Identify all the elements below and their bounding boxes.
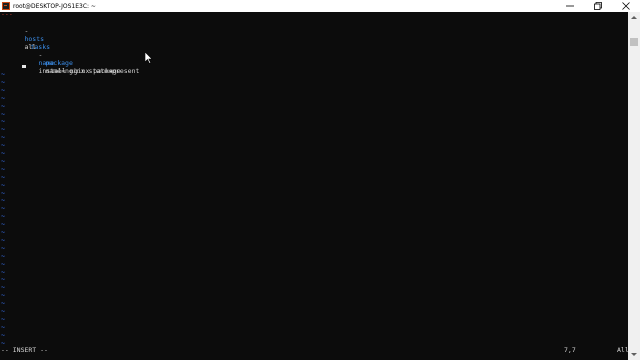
- mode-indicator: -- INSERT --: [1, 346, 48, 354]
- line-tasks: tasks: [7, 35, 50, 51]
- scroll-thumb[interactable]: [630, 38, 638, 46]
- empty-line-marker: ~: [1, 283, 5, 292]
- empty-line-marker: ~: [1, 307, 5, 315]
- empty-line-marker: ~: [1, 259, 5, 268]
- close-icon: [622, 2, 630, 10]
- empty-line-marker: ~: [1, 133, 5, 142]
- empty-line-marker: ~: [1, 299, 5, 308]
- empty-line-marker: ~: [1, 93, 5, 102]
- text-cursor: [22, 65, 26, 68]
- minimize-button[interactable]: [556, 0, 584, 12]
- vim-status-line: -- INSERT -- 7,7 All: [0, 346, 629, 354]
- empty-line-marker: ~: [1, 125, 5, 134]
- restore-button[interactable]: [584, 0, 612, 12]
- line-hosts: - hosts all: [1, 19, 44, 51]
- empty-line-marker: ~: [1, 291, 5, 300]
- empty-line-marker: ~: [1, 188, 5, 197]
- empty-line-marker: ~: [1, 220, 5, 229]
- yaml-document-start: ---: [1, 10, 13, 18]
- empty-line-marker: ~: [1, 235, 5, 244]
- empty-line-marker: ~: [1, 85, 5, 94]
- empty-line-marker: ~: [1, 228, 5, 236]
- cursor-position: 7,7: [564, 346, 576, 354]
- vertical-scrollbar[interactable]: [628, 12, 640, 360]
- mouse-pointer-icon: [145, 52, 153, 64]
- empty-line-marker: ~: [1, 109, 5, 118]
- scroll-down-arrow-icon[interactable]: [631, 353, 637, 356]
- empty-line-marker: ~: [1, 77, 5, 86]
- empty-line-marker: ~: [1, 204, 5, 213]
- list-dash: -: [24, 27, 29, 35]
- terminal-window: root@DESKTOP-JOS1E3C: ~ --- - hosts all …: [0, 0, 640, 360]
- yaml-key: package: [45, 59, 73, 67]
- empty-line-marker: ~: [1, 141, 5, 150]
- restore-icon: [594, 2, 602, 10]
- empty-line-marker: ~: [1, 314, 5, 323]
- empty-line-marker: ~: [1, 70, 5, 78]
- empty-line-marker: ~: [1, 172, 5, 181]
- empty-line-marker: ~: [1, 322, 5, 331]
- empty-line-marker: ~: [1, 251, 5, 260]
- empty-line-marker: ~: [1, 156, 5, 165]
- empty-line-marker: ~: [1, 117, 5, 126]
- line-package: package name=nginx state=present: [22, 51, 139, 75]
- scroll-up-arrow-icon[interactable]: [631, 16, 637, 19]
- minimize-icon: [566, 5, 574, 7]
- vim-editor[interactable]: --- - hosts all tasks - name install ngi…: [0, 10, 629, 360]
- empty-line-marker: ~: [1, 101, 5, 110]
- empty-line-marker: ~: [1, 267, 5, 276]
- window-title: root@DESKTOP-JOS1E3C: ~: [13, 2, 96, 10]
- empty-line-marker: ~: [1, 243, 5, 252]
- empty-line-marker: ~: [1, 275, 5, 284]
- empty-line-marker: ~: [1, 196, 5, 205]
- empty-line-marker: ~: [1, 330, 5, 339]
- scroll-indicator: All: [617, 346, 629, 354]
- terminal-app-icon: [2, 2, 10, 10]
- line-task-name: - name install nginx package: [15, 43, 120, 75]
- empty-line-marker: ~: [1, 180, 5, 189]
- empty-line-marker: ~: [1, 149, 5, 157]
- title-bar[interactable]: root@DESKTOP-JOS1E3C: ~: [0, 0, 640, 12]
- yaml-value: name=nginx state=present: [45, 67, 140, 75]
- empty-line-marker: ~: [1, 212, 5, 221]
- close-button[interactable]: [612, 0, 640, 12]
- empty-line-marker: ~: [1, 164, 5, 173]
